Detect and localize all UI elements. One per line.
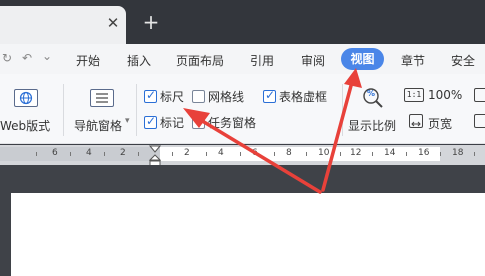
ruler-margin	[0, 147, 160, 161]
one-to-one-icon[interactable]: 1:1	[404, 88, 424, 102]
zoom-100-button[interactable]: 100%	[428, 88, 462, 102]
document-page[interactable]	[11, 193, 485, 276]
marks-label: 标记	[160, 116, 185, 130]
ruler-mark: 2	[120, 148, 126, 158]
quick-access-more-icon[interactable]: ⌄	[42, 49, 52, 63]
ruler-tick	[70, 152, 71, 156]
ruler-mark: 12	[350, 148, 362, 158]
ruler-mark: 14	[384, 148, 396, 158]
redo-icon[interactable]: ↻	[2, 51, 12, 65]
table-gridlines-label: 表格虚框	[279, 90, 328, 104]
ruler-tick	[406, 152, 407, 156]
ruler-mark: 4	[218, 148, 224, 158]
ruler-tick	[306, 152, 307, 156]
new-tab-button[interactable]: +	[140, 12, 162, 34]
ruler-tick	[372, 152, 373, 156]
task-pane-checkbox[interactable]	[192, 116, 205, 129]
ribbon-divider	[342, 84, 343, 136]
ruler-mark: 2	[184, 148, 190, 158]
ruler-tick	[274, 152, 275, 156]
menu-view[interactable]: 视图	[341, 48, 384, 70]
ruler-tick	[340, 152, 341, 156]
ruler-mark: 10	[318, 148, 330, 158]
ruler-tick	[240, 152, 241, 156]
zoom-button[interactable]: 显示比例	[348, 117, 396, 134]
menu-references[interactable]: 引用	[250, 52, 274, 69]
menu-home[interactable]: 开始	[76, 52, 100, 69]
page-width-icon[interactable]	[409, 114, 423, 128]
ruler-tick	[104, 152, 105, 156]
table-gridlines-checkbox[interactable]	[263, 88, 276, 103]
page-width-button[interactable]: 页宽	[428, 115, 452, 132]
nav-pane-dropdown-icon[interactable]: ▾	[125, 116, 130, 126]
ribbon-divider	[136, 84, 137, 136]
ruler-mark: 4	[86, 148, 92, 158]
ruler-text-area	[160, 147, 440, 161]
ruler-label: 标尺	[160, 90, 185, 104]
ruler-tick	[172, 152, 173, 156]
ruler-checkbox[interactable]	[144, 88, 157, 103]
ruler-tick	[206, 152, 207, 156]
menu-review[interactable]: 审阅	[301, 52, 325, 69]
nav-pane-icon[interactable]	[90, 89, 114, 107]
menu-chapters[interactable]: 章节	[401, 52, 425, 69]
ribbon	[0, 74, 485, 144]
ruler-tick	[36, 152, 37, 156]
menu-security[interactable]: 安全	[451, 52, 475, 69]
marks-checkbox[interactable]	[144, 114, 157, 129]
multi-page-icon[interactable]	[474, 114, 485, 128]
ruler-mark: 6	[52, 148, 58, 158]
gridlines-label: 网格线	[208, 90, 245, 104]
ruler-tick	[440, 152, 441, 156]
undo-icon[interactable]: ↶	[22, 51, 32, 65]
ribbon-divider	[63, 84, 64, 136]
web-layout-button[interactable]: Web版式	[0, 117, 50, 134]
close-icon[interactable]: ✕	[104, 14, 122, 32]
ruler-tick	[474, 152, 475, 156]
zoom-percent-glyph: %	[367, 89, 376, 98]
nav-pane-button[interactable]: 导航窗格	[74, 117, 122, 134]
menu-page-layout[interactable]: 页面布局	[176, 52, 224, 69]
gridlines-checkbox[interactable]	[192, 90, 205, 103]
task-pane-label: 任务窗格	[208, 116, 257, 130]
ruler-mark: 8	[286, 148, 292, 158]
web-layout-icon[interactable]	[14, 89, 38, 107]
ruler-mark: 16	[418, 148, 430, 158]
ruler-mark: 6	[252, 148, 258, 158]
indent-marker[interactable]	[148, 145, 162, 167]
menu-insert[interactable]: 插入	[127, 52, 151, 69]
single-page-icon[interactable]	[474, 88, 485, 102]
ruler-mark: 18	[452, 148, 464, 158]
ruler-tick	[138, 152, 139, 156]
